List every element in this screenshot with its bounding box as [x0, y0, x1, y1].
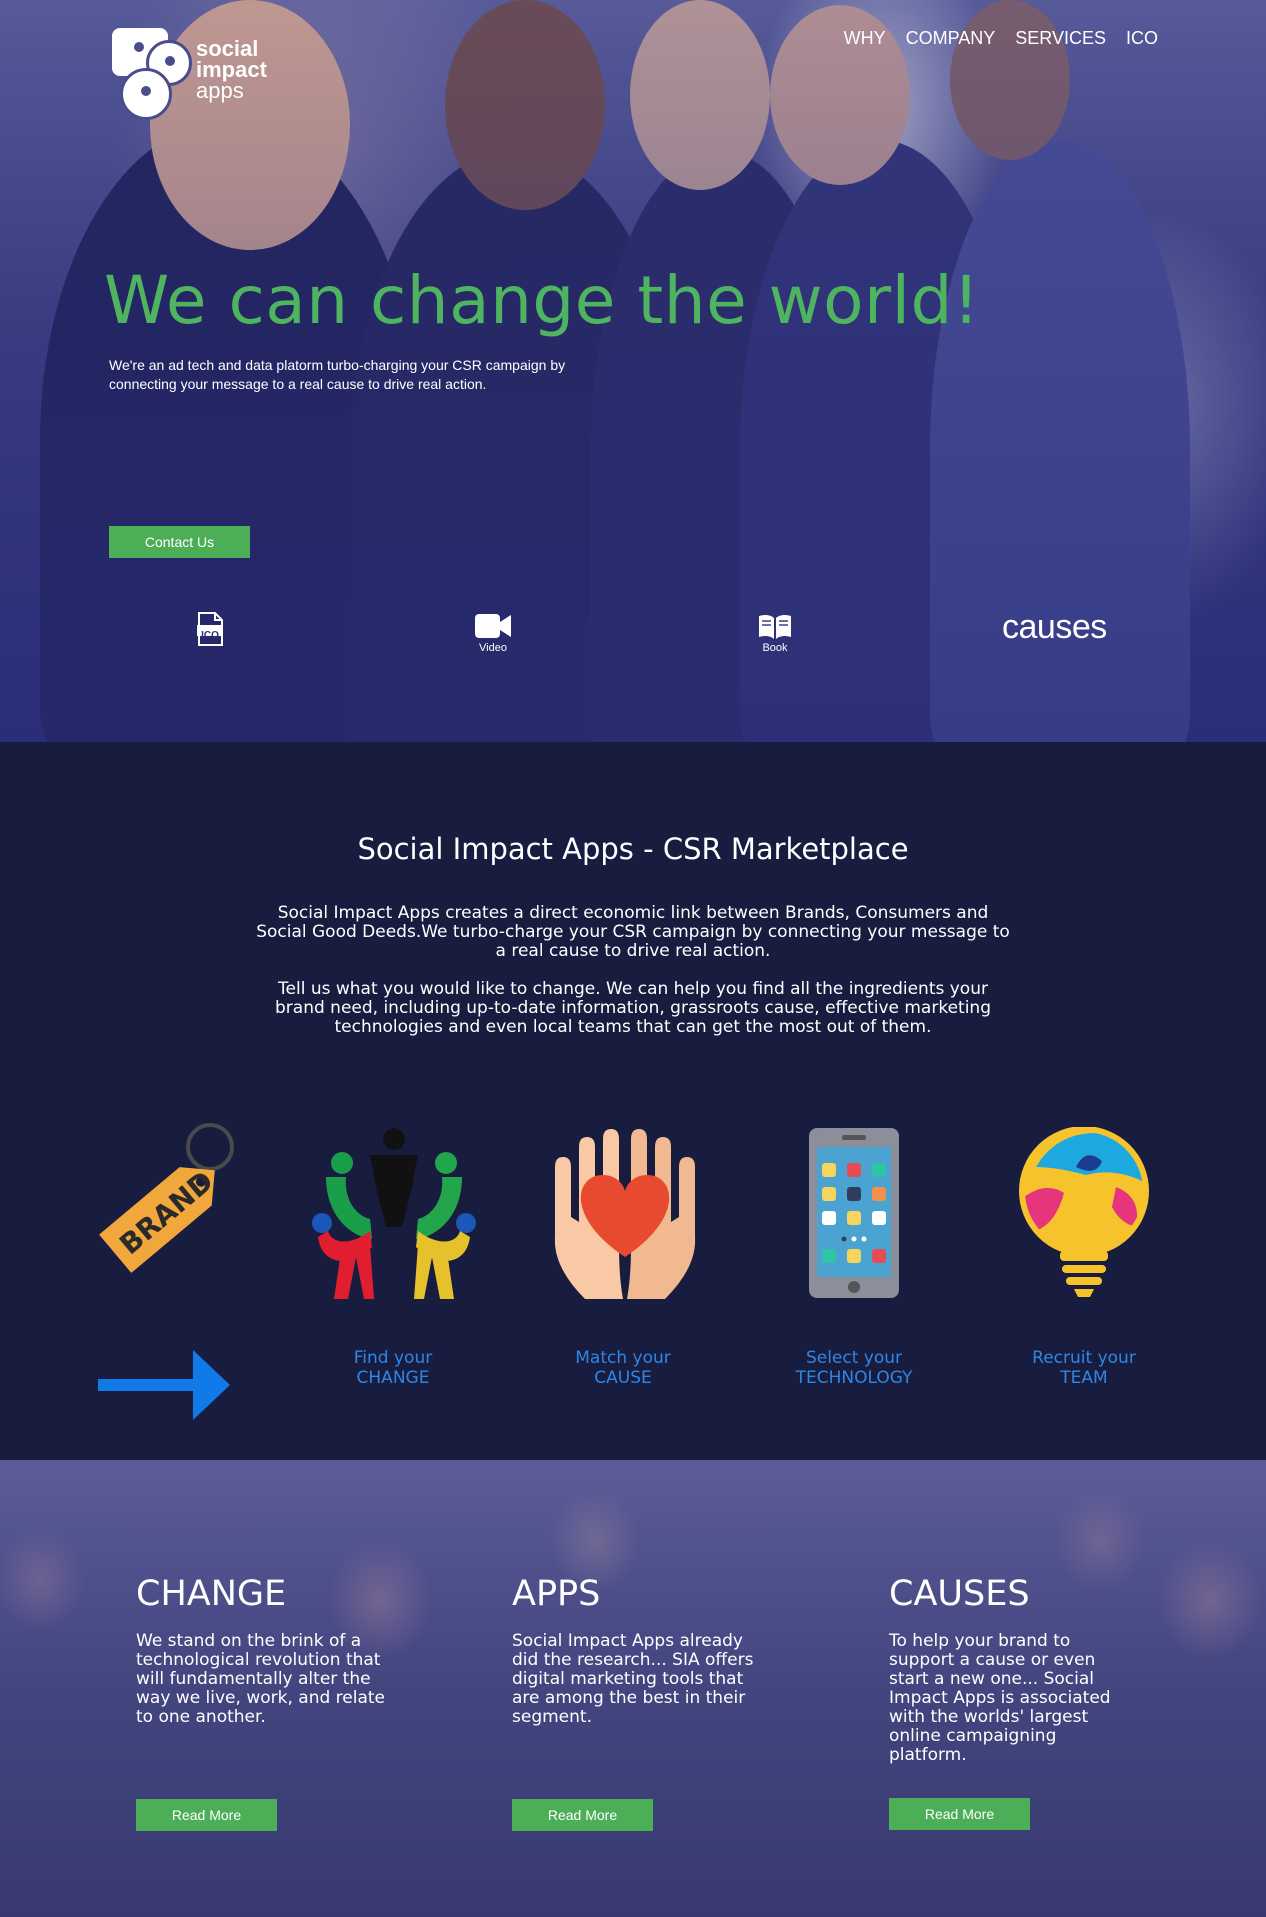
step-find-change[interactable]: Find your CHANGE [313, 1348, 473, 1388]
hero-lead: We're an ad tech and data platorm turbo-… [109, 357, 566, 392]
arrow-right-icon [98, 1350, 230, 1420]
feature-text: To help your brand to support a cause or… [889, 1631, 1111, 1765]
logo-line-3: apps [196, 78, 244, 103]
nav-company[interactable]: COMPANY [906, 28, 996, 49]
marketplace-description: Tell us what you would like to change. W… [275, 979, 991, 1037]
book-label: Book [762, 642, 788, 654]
read-more-apps-button[interactable]: Read More [512, 1799, 653, 1831]
video-link[interactable]: Video [474, 612, 512, 654]
feature-title: APPS [512, 1574, 601, 1614]
feature-change: CHANGE We stand on the brink of a techno… [136, 1574, 386, 1727]
contact-us-button[interactable]: Contact Us [109, 526, 250, 558]
people-circle-icon [312, 1128, 476, 1299]
hero-title: We can change the world! [104, 262, 980, 339]
step-recruit-team[interactable]: Recruit your TEAM [1004, 1348, 1164, 1388]
smartphone-icon [809, 1128, 899, 1298]
step-match-cause[interactable]: Match your CAUSE [543, 1348, 703, 1388]
lightbulb-icon [1019, 1127, 1149, 1297]
logo-line-1: social [196, 36, 259, 61]
step-line-2: TEAM [1060, 1368, 1108, 1388]
nav-why[interactable]: WHY [844, 28, 886, 49]
logo-person-dot [134, 42, 144, 52]
feature-causes: CAUSES To help your brand to support a c… [889, 1574, 1139, 1765]
nav-services[interactable]: SERVICES [1015, 28, 1106, 49]
read-more-causes-button[interactable]: Read More [889, 1798, 1030, 1830]
step-line-1: Recruit your [1032, 1348, 1136, 1368]
feature-apps: APPS Social Impact Apps already did the … [512, 1574, 762, 1727]
step-line-1: Find your [353, 1348, 433, 1368]
logo-person-dot [165, 56, 175, 66]
hands-heart-icon [554, 1129, 696, 1299]
logo-text: social impact apps [196, 36, 267, 103]
marketplace-title: Social Impact Apps - CSR Marketplace [357, 832, 909, 866]
logo-person-dot [141, 86, 151, 96]
feature-text: Social Impact Apps already did the resea… [512, 1631, 754, 1727]
ico-label: ICO [201, 630, 219, 641]
step-line-2: CHANGE [356, 1368, 430, 1388]
step-line-2: TECHNOLOGY [795, 1368, 913, 1388]
step-line-1: Match your [575, 1348, 671, 1368]
nav-ico[interactable]: ICO [1126, 28, 1158, 49]
book-link[interactable]: Book [757, 612, 793, 654]
video-label: Video [479, 642, 507, 654]
causes-logo-link[interactable]: causes [1002, 608, 1107, 647]
features-section: CHANGE We stand on the brink of a techno… [0, 1460, 1266, 1917]
ico-link[interactable]: ICO [195, 612, 225, 646]
step-line-2: CAUSE [594, 1368, 652, 1388]
book-icon [759, 614, 791, 639]
main-nav: WHY COMPANY SERVICES ICO [844, 28, 1158, 49]
step-line-1: Select your [805, 1348, 903, 1368]
marketplace-intro: Social Impact Apps creates a direct econ… [256, 903, 1010, 961]
site-logo[interactable]: social impact apps [112, 28, 302, 120]
video-camera-icon [475, 614, 511, 638]
feature-text: We stand on the brink of a technological… [136, 1631, 385, 1727]
hero-section: social impact apps WHY COMPANY SERVICES … [0, 0, 1266, 742]
logo-line-2: impact [196, 57, 267, 82]
read-more-change-button[interactable]: Read More [136, 1799, 277, 1831]
feature-title: CHANGE [136, 1574, 287, 1614]
step-select-technology[interactable]: Select your TECHNOLOGY [774, 1348, 934, 1388]
brand-tag-icon: BRAND [99, 1123, 234, 1273]
marketplace-section: Social Impact Apps - CSR Marketplace Soc… [0, 742, 1266, 1460]
feature-title: CAUSES [889, 1574, 1030, 1614]
